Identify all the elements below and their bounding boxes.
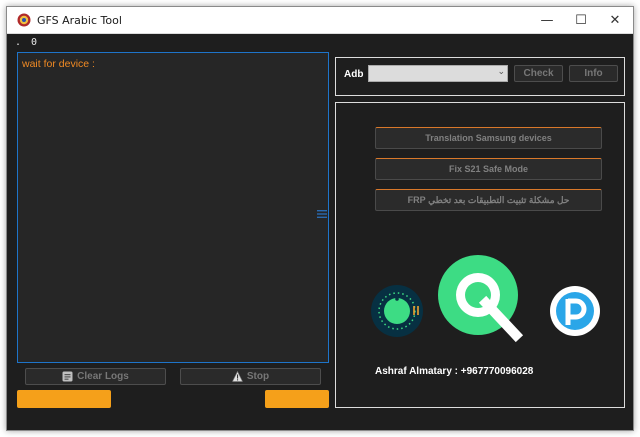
clear-logs-label: Clear Logs <box>77 371 129 382</box>
android-11-logo <box>371 285 423 337</box>
splitter-handle-icon[interactable] <box>317 209 331 223</box>
author-contact: Ashraf Almatary : +967770096028 <box>375 366 534 377</box>
android-pie-logo <box>550 286 600 336</box>
check-button[interactable]: Check <box>514 65 563 82</box>
stop-label: Stop <box>246 371 270 382</box>
chevron-down-icon: ⌄ <box>497 67 505 77</box>
fix-s21-safe-mode-button[interactable]: Fix S21 Safe Mode <box>375 158 602 180</box>
android-q-logo <box>438 255 524 343</box>
clear-logs-icon <box>62 371 73 382</box>
window-title: GFS Arabic Tool <box>37 14 122 27</box>
status-count: 0 <box>31 37 38 48</box>
translation-samsung-button[interactable]: Translation Samsung devices <box>375 127 602 149</box>
progress-bar-left <box>17 390 111 408</box>
clear-logs-button[interactable]: Clear Logs <box>25 368 166 385</box>
stop-button[interactable]: Stop <box>180 368 321 385</box>
adb-device-select[interactable]: ⌄ <box>368 65 508 82</box>
progress-bar-right <box>265 390 329 408</box>
info-button[interactable]: Info <box>569 65 618 82</box>
tools-panel: Translation Samsung devices Fix S21 Safe… <box>335 102 625 408</box>
fix-app-install-frp-button[interactable]: حل مشكلة تثبيت التطبيقات بعد تخطي FRP <box>375 189 602 211</box>
app-icon <box>17 13 31 27</box>
close-button[interactable]: ✕ <box>593 7 637 33</box>
adb-panel: Adb ⌄ Check Info <box>335 57 625 96</box>
adb-label: Adb <box>344 69 364 80</box>
status-dot: . <box>15 37 22 48</box>
title-bar[interactable]: GFS Arabic Tool — ☐ ✕ <box>7 7 633 34</box>
log-text: wait for device : <box>22 58 95 70</box>
stop-icon <box>231 371 243 382</box>
app-window: GFS Arabic Tool — ☐ ✕ . 0 wait for devic… <box>6 6 634 431</box>
log-output[interactable]: wait for device : <box>17 52 329 363</box>
